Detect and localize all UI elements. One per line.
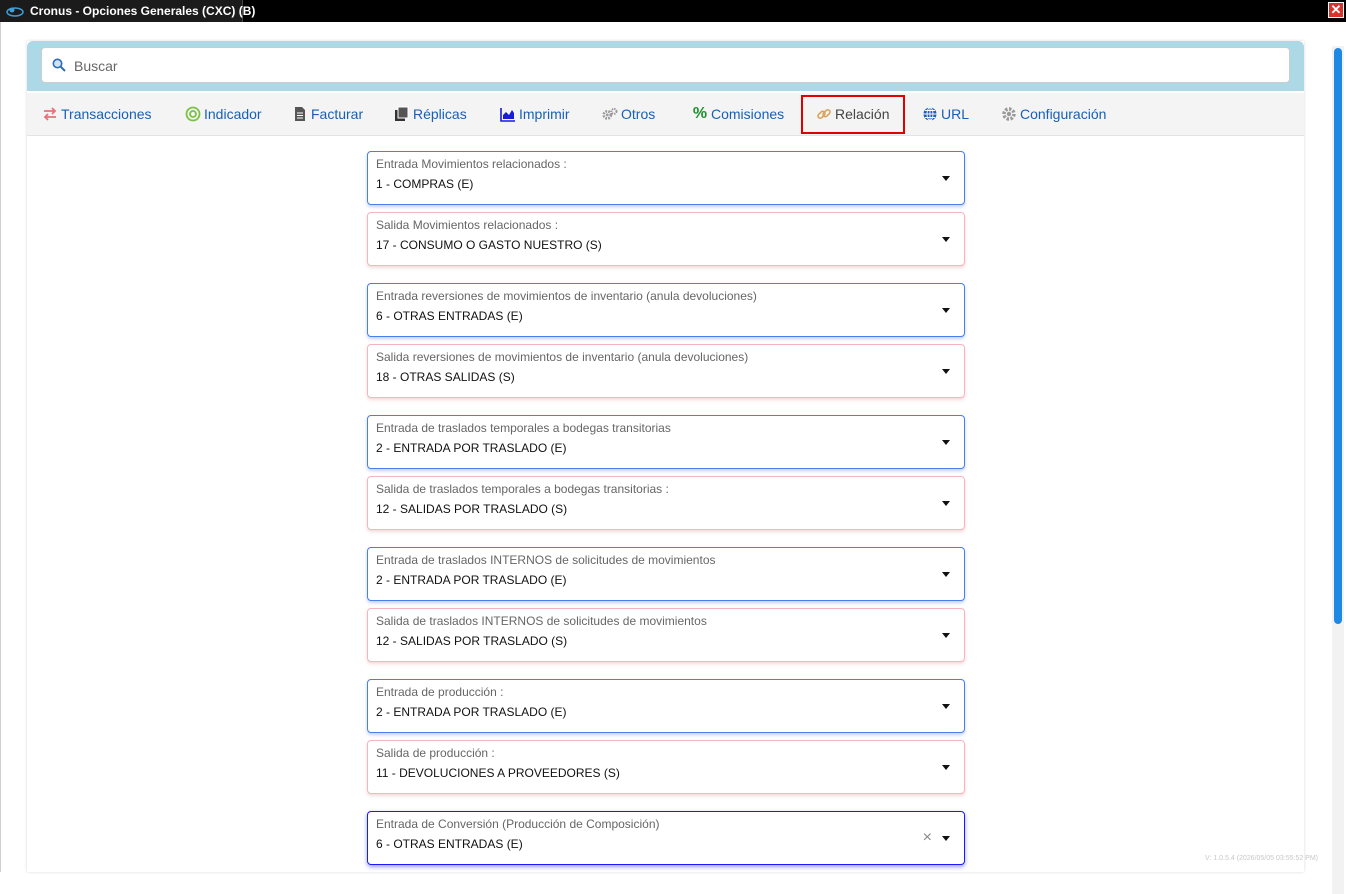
tab-label: Configuración	[1020, 106, 1107, 122]
field-value: 2 - ENTRADA POR TRASLADO (E)	[376, 573, 567, 587]
field-label: Entrada de traslados temporales a bodega…	[376, 421, 671, 435]
target-icon	[185, 106, 201, 122]
tab-url[interactable]: URL	[922, 93, 969, 135]
caret-down-icon[interactable]	[942, 501, 950, 506]
caret-down-icon[interactable]	[942, 440, 950, 445]
field-value: 12 - SALIDAS POR TRASLADO (S)	[376, 502, 568, 516]
caret-down-icon[interactable]	[942, 237, 950, 242]
title-bar: Cronus - Opciones Generales (CXC) (B) ✕	[0, 0, 1346, 22]
field-value: 2 - ENTRADA POR TRASLADO (E)	[376, 705, 567, 719]
select-salida-reversiones[interactable]: Salida reversiones de movimientos de inv…	[367, 344, 965, 398]
caret-down-icon[interactable]	[942, 836, 950, 841]
field-value: 17 - CONSUMO O GASTO NUESTRO (S)	[376, 238, 602, 252]
field-label: Entrada de producción :	[376, 685, 504, 699]
tab-label: Otros	[621, 106, 656, 122]
close-button[interactable]: ✕	[1328, 2, 1344, 18]
percent-icon: %	[692, 105, 708, 122]
select-entrada-traslados-internos[interactable]: Entrada de traslados INTERNOS de solicit…	[367, 547, 965, 601]
scrollbar-thumb[interactable]	[1334, 48, 1342, 624]
caret-down-icon[interactable]	[942, 633, 950, 638]
select-entrada-conversion[interactable]: Entrada de Conversión (Producción de Com…	[367, 811, 965, 865]
select-salida-movimientos-relacionados[interactable]: Salida Movimientos relacionados : 17 - C…	[367, 212, 965, 266]
field-value: 18 - OTRAS SALIDAS (S)	[376, 370, 515, 384]
gears-icon	[602, 106, 618, 122]
tab-label: Imprimir	[519, 106, 570, 122]
tab-bar: Transacciones Indicador Facturar Réplica…	[27, 93, 1304, 136]
field-value: 12 - SALIDAS POR TRASLADO (S)	[376, 634, 568, 648]
tab-indicador[interactable]: Indicador	[185, 93, 262, 135]
tab-configuracion[interactable]: Configuración	[1001, 93, 1106, 135]
window-tab: Cronus - Opciones Generales (CXC) (B)	[0, 0, 255, 22]
field-label: Salida Movimientos relacionados :	[376, 218, 559, 232]
tab-otros[interactable]: Otros	[602, 93, 655, 135]
tab-relacion[interactable]: Relación	[816, 93, 889, 135]
caret-down-icon[interactable]	[942, 369, 950, 374]
search-box[interactable]	[41, 47, 1290, 84]
field-value: 11 - DEVOLUCIONES A PROVEEDORES (S)	[376, 766, 620, 780]
tab-label: Facturar	[311, 106, 364, 122]
tab-label: URL	[941, 106, 970, 122]
select-salida-traslados-internos[interactable]: Salida de traslados INTERNOS de solicitu…	[367, 608, 965, 662]
field-label: Entrada de Conversión (Producción de Com…	[376, 817, 660, 831]
select-entrada-traslados-temporales[interactable]: Entrada de traslados temporales a bodega…	[367, 415, 965, 469]
field-label: Salida reversiones de movimientos de inv…	[376, 350, 749, 364]
tab-facturar[interactable]: Facturar	[292, 93, 363, 135]
caret-down-icon[interactable]	[942, 176, 950, 181]
link-icon	[816, 106, 832, 122]
select-entrada-produccion[interactable]: Entrada de producción : 2 - ENTRADA POR …	[367, 679, 965, 733]
tab-transacciones[interactable]: Transacciones	[42, 93, 152, 135]
field-value: 2 - ENTRADA POR TRASLADO (E)	[376, 441, 567, 455]
globe-icon	[922, 106, 938, 122]
tab-replicas[interactable]: Réplicas	[394, 93, 467, 135]
gear-icon	[1001, 106, 1017, 122]
tab-label: Réplicas	[413, 106, 467, 122]
select-entrada-movimientos-relacionados[interactable]: Entrada Movimientos relacionados : 1 - C…	[367, 151, 965, 205]
search-input[interactable]	[72, 48, 1276, 84]
field-label: Salida de traslados INTERNOS de solicitu…	[376, 614, 707, 628]
select-salida-traslados-temporales[interactable]: Salida de traslados temporales a bodegas…	[367, 476, 965, 530]
field-value: 6 - OTRAS ENTRADAS (E)	[376, 309, 523, 323]
field-label: Entrada Movimientos relacionados :	[376, 157, 567, 171]
area-chart-icon	[500, 106, 516, 122]
settings-panel: Transacciones Indicador Facturar Réplica…	[27, 41, 1304, 872]
field-value: 1 - COMPRAS (E)	[376, 177, 474, 191]
field-label: Entrada reversiones de movimientos de in…	[376, 289, 757, 303]
select-entrada-reversiones[interactable]: Entrada reversiones de movimientos de in…	[367, 283, 965, 337]
tab-comisiones[interactable]: % Comisiones	[692, 93, 784, 135]
field-label: Salida de traslados temporales a bodegas…	[376, 482, 669, 496]
tab-label: Indicador	[204, 106, 262, 122]
arrows-exchange-icon	[42, 106, 58, 122]
field-label: Salida de producción :	[376, 746, 495, 760]
caret-down-icon[interactable]	[942, 704, 950, 709]
field-label: Entrada de traslados INTERNOS de solicit…	[376, 553, 716, 567]
field-value: 6 - OTRAS ENTRADAS (E)	[376, 837, 523, 851]
window-title: Cronus - Opciones Generales (CXC) (B)	[30, 4, 256, 18]
search-icon	[52, 58, 66, 72]
caret-down-icon[interactable]	[942, 572, 950, 577]
search-area	[27, 41, 1304, 91]
tab-imprimir[interactable]: Imprimir	[500, 93, 570, 135]
version-label: V: 1.0.5.4 (2026/05/05 03:55:52 PM)	[1205, 855, 1318, 862]
tab-label: Transacciones	[61, 106, 152, 122]
tab-label: Relación	[835, 106, 890, 122]
copy-icon	[394, 106, 410, 122]
tab-label: Comisiones	[711, 106, 785, 122]
caret-down-icon[interactable]	[942, 308, 950, 313]
caret-down-icon[interactable]	[942, 765, 950, 770]
document-icon	[292, 106, 308, 122]
app-logo-icon	[6, 7, 24, 17]
clear-icon[interactable]: ×	[923, 830, 932, 846]
select-salida-produccion[interactable]: Salida de producción : 11 - DEVOLUCIONES…	[367, 740, 965, 794]
